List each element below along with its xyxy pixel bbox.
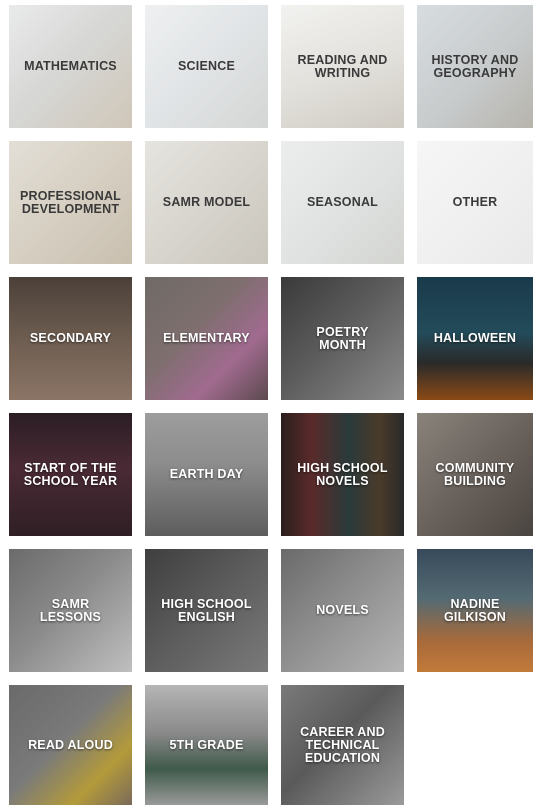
tile-label: SCIENCE — [178, 59, 235, 73]
tile-label: POETRY MONTH — [316, 324, 369, 352]
tile-label: HALLOWEEN — [433, 331, 517, 345]
tile-secondary[interactable]: SECONDARY — [9, 277, 132, 400]
tile-label: COMMUNITY BUILDING — [435, 460, 515, 488]
tile-label: MATHEMATICS — [24, 59, 117, 73]
tile-community-building[interactable]: COMMUNITY BUILDING — [417, 413, 533, 536]
tile-label: SAMR MODEL — [162, 195, 251, 209]
tile-label: EARTH DAY — [169, 467, 244, 481]
tile-reading-and-writing[interactable]: READING AND WRITING — [281, 5, 404, 128]
tile-label: SECONDARY — [29, 331, 112, 345]
tile-other[interactable]: OTHER — [417, 141, 533, 264]
tile-label: PROFESSIONAL DEVELOPMENT — [19, 188, 122, 216]
tile-label: START OF THE SCHOOL YEAR — [23, 460, 118, 488]
tile-label: SAMR LESSONS — [39, 596, 102, 624]
tile-label: ELEMENTARY — [163, 331, 250, 345]
tile-label: 5TH GRADE — [169, 737, 244, 752]
tile-high-school-novels[interactable]: HIGH SCHOOL NOVELS — [281, 413, 404, 536]
tile-label: HIGH SCHOOL ENGLISH — [161, 596, 252, 624]
tile-nadine-gilkison[interactable]: NADINE GILKISON — [417, 549, 533, 672]
tile-seasonal[interactable]: SEASONAL — [281, 141, 404, 264]
tile-label: CAREER AND TECHNICAL EDUCATION — [300, 724, 385, 765]
tile-label: HIGH SCHOOL NOVELS — [297, 460, 388, 488]
topic-tile-grid: MATHEMATICS SCIENCE READING AND WRITING … — [0, 0, 533, 805]
tile-science[interactable]: SCIENCE — [145, 5, 268, 128]
tile-elementary[interactable]: ELEMENTARY — [145, 277, 268, 400]
tile-high-school-english[interactable]: HIGH SCHOOL ENGLISH — [145, 549, 268, 672]
tile-mathematics[interactable]: MATHEMATICS — [9, 5, 132, 128]
tile-start-of-the-school-year[interactable]: START OF THE SCHOOL YEAR — [9, 413, 132, 536]
tile-career-and-technical-education[interactable]: CAREER AND TECHNICAL EDUCATION — [281, 685, 404, 805]
tile-poetry-month[interactable]: POETRY MONTH — [281, 277, 404, 400]
tile-professional-development[interactable]: PROFESSIONAL DEVELOPMENT — [9, 141, 132, 264]
tile-novels[interactable]: NOVELS — [281, 549, 404, 672]
tile-history-and-geography[interactable]: HISTORY AND GEOGRAPHY — [417, 5, 533, 128]
tile-samr-model[interactable]: SAMR MODEL — [145, 141, 268, 264]
tile-read-aloud[interactable]: READ ALOUD — [9, 685, 132, 805]
tile-samr-lessons[interactable]: SAMR LESSONS — [9, 549, 132, 672]
tile-label: NADINE GILKISON — [443, 596, 507, 624]
tile-label: OTHER — [452, 195, 498, 209]
tile-label: READ ALOUD — [28, 737, 113, 752]
tile-halloween[interactable]: HALLOWEEN — [417, 277, 533, 400]
tile-label: SEASONAL — [306, 195, 379, 209]
tile-5th-grade[interactable]: 5TH GRADE — [145, 685, 268, 805]
tile-label: NOVELS — [316, 603, 369, 617]
tile-label: HISTORY AND GEOGRAPHY — [431, 52, 519, 80]
tile-earth-day[interactable]: EARTH DAY — [145, 413, 268, 536]
tile-label: READING AND WRITING — [297, 52, 388, 80]
